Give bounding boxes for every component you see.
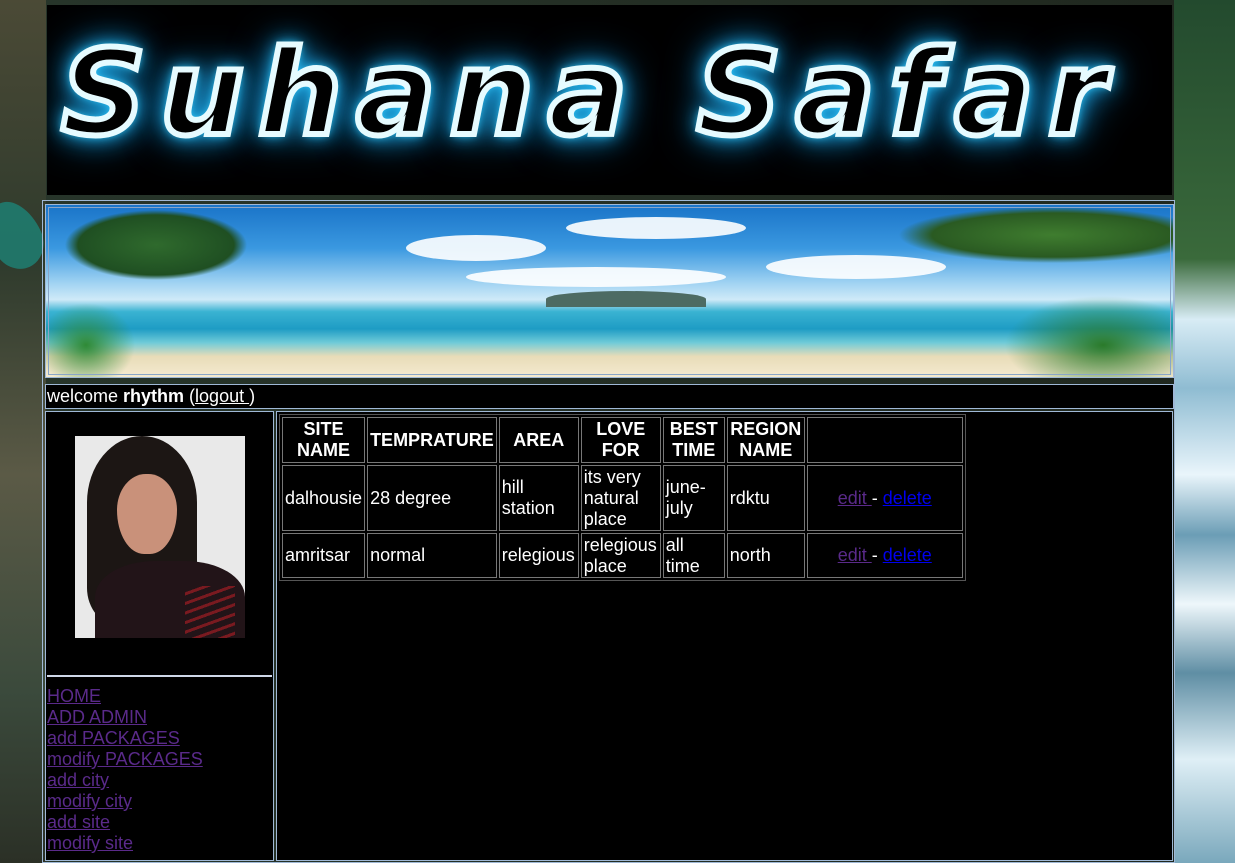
header-region-name: REGION NAME [726, 417, 805, 463]
table-row: dalhousie 28 degree hill station its ver… [282, 465, 963, 531]
welcome-bar: welcome rhythm (logout ) [45, 384, 1174, 409]
nav-home[interactable]: HOME [47, 686, 101, 706]
logout-link[interactable]: logout [195, 386, 249, 406]
nav-modify-site[interactable]: modify site [47, 833, 133, 853]
nav-add-packages[interactable]: add PACKAGES [47, 728, 180, 748]
cell-actions: edit - delete [806, 465, 963, 531]
welcome-open-paren: ( [184, 386, 196, 406]
welcome-close-paren: ) [249, 386, 256, 406]
main-content: SITE NAME TEMPRATURE AREA LOVE FOR BEST … [276, 411, 1173, 861]
background-tree-left [0, 0, 46, 863]
sidebar: HOME ADD ADMIN add PACKAGES modify PACKA… [45, 411, 274, 861]
sidebar-divider [47, 675, 272, 677]
nav-modify-packages[interactable]: modify PACKAGES [47, 749, 203, 769]
cell-best-time: all time [662, 533, 725, 578]
nav-add-admin[interactable]: ADD ADMIN [47, 707, 147, 727]
avatar [75, 436, 245, 638]
cell-site-name: amritsar [282, 533, 366, 578]
table-row: amritsar normal relegious relegious plac… [282, 533, 963, 578]
cell-temprature: 28 degree [367, 465, 497, 531]
cell-site-name: dalhousie [282, 465, 366, 531]
edit-link[interactable]: edit [838, 545, 872, 565]
nav-modify-city[interactable]: modify city [47, 791, 132, 811]
welcome-username: rhythm [123, 386, 185, 406]
sites-table: SITE NAME TEMPRATURE AREA LOVE FOR BEST … [279, 414, 966, 581]
welcome-prefix: welcome [47, 386, 124, 406]
edit-link[interactable]: edit [838, 488, 872, 508]
site-logo-text: Suhana Safar [58, 21, 1121, 165]
cell-love-for: relegious place [580, 533, 661, 578]
table-header-row: SITE NAME TEMPRATURE AREA LOVE FOR BEST … [282, 417, 963, 463]
header-best-time: BEST TIME [662, 417, 725, 463]
background-waterfall-right [1174, 0, 1235, 863]
header-temprature: TEMPRATURE [367, 417, 497, 463]
action-separator: - [871, 487, 883, 508]
nav-add-site[interactable]: add site [47, 812, 110, 832]
header-love-for: LOVE FOR [580, 417, 661, 463]
cell-region-name: rdktu [726, 465, 805, 531]
cell-best-time: june-july [662, 465, 725, 531]
cell-actions: edit - delete [806, 533, 963, 578]
cell-region-name: north [726, 533, 805, 578]
site-banner: Suhana Safar [47, 5, 1172, 195]
nav-add-city[interactable]: add city [47, 770, 109, 790]
action-separator: - [871, 545, 883, 565]
header-area: AREA [498, 417, 579, 463]
cell-area: relegious [498, 533, 579, 578]
cell-temprature: normal [367, 533, 497, 578]
sidebar-nav: HOME ADD ADMIN add PACKAGES modify PACKA… [47, 686, 203, 854]
beach-banner-image [45, 204, 1174, 378]
cell-area: hill station [498, 465, 579, 531]
delete-link[interactable]: delete [883, 545, 932, 565]
header-actions [806, 417, 963, 463]
cell-love-for: its very natural place [580, 465, 661, 531]
delete-link[interactable]: delete [883, 488, 932, 508]
header-site-name: SITE NAME [282, 417, 366, 463]
